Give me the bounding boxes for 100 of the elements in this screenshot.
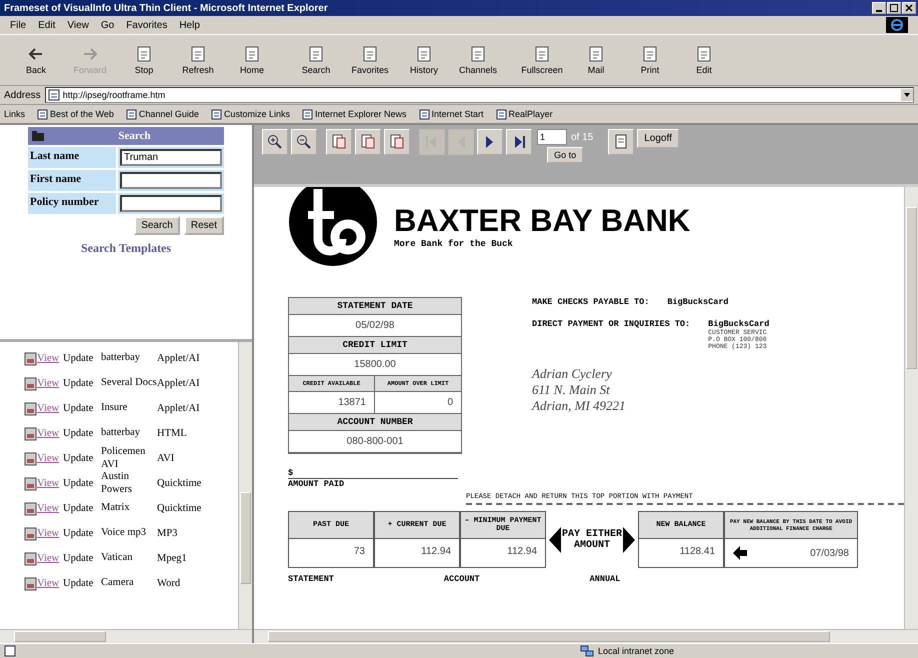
menu-item[interactable]: View: [67, 20, 89, 30]
toolbar-button[interactable]: Refresh: [174, 43, 222, 77]
page-icon: [533, 45, 551, 63]
address-field[interactable]: http://ipseg/rootframe.htm: [44, 87, 914, 103]
link-text[interactable]: Channel Guide: [138, 109, 199, 119]
search-title: Search: [117, 130, 152, 142]
customer-address-line: Adrian, MI 49221: [532, 398, 627, 414]
document-type: Quicktime: [157, 478, 202, 489]
document-type: Applet/AI: [157, 353, 201, 364]
print-page-button[interactable]: [608, 129, 634, 155]
section-label: STATEMENT: [288, 574, 334, 584]
zone-label: Local intranet zone: [580, 645, 674, 657]
menu-item[interactable]: Favorites: [126, 20, 168, 30]
toolbar-button[interactable]: Home: [228, 43, 276, 77]
form-button[interactable]: Search: [134, 216, 180, 235]
search-templates-link[interactable]: Search Templates: [80, 241, 172, 256]
payee-name: BigBucksCard: [708, 319, 770, 329]
menu-item[interactable]: Go: [100, 20, 114, 30]
input-field[interactable]: Truman: [120, 149, 222, 166]
document-type: HTML: [157, 428, 188, 439]
input-field[interactable]: [120, 195, 222, 212]
table-header: STATEMENT DATE: [289, 298, 461, 315]
toolbar-button[interactable]: Search: [292, 43, 340, 77]
toolbar-button[interactable]: Channels: [454, 43, 502, 77]
vertical-scrollbar[interactable]: [238, 342, 252, 629]
update-text: Update: [63, 528, 94, 539]
document-name: batterbay: [101, 352, 142, 365]
table-cell-text: 112.94: [420, 545, 452, 559]
toolbar-button[interactable]: Stop: [120, 43, 168, 77]
go-to-button[interactable]: Go to: [547, 147, 584, 163]
view-link[interactable]: View: [37, 478, 63, 489]
document-icon: [24, 402, 37, 416]
toolbar-button[interactable]: Back: [12, 43, 60, 77]
section-label: ACCOUNT: [444, 574, 480, 584]
page-icon: [469, 45, 487, 63]
logoff-button[interactable]: Logoff: [637, 129, 679, 148]
zoom-out-icon: [295, 133, 313, 151]
vertical-scrollbar[interactable]: [904, 187, 918, 629]
maximize-icon: [890, 4, 898, 12]
address-label: Address: [4, 90, 41, 100]
update-text: Update: [63, 478, 94, 489]
update-text: Update: [63, 578, 94, 589]
close-button[interactable]: [902, 2, 916, 14]
minimize-button[interactable]: [872, 2, 886, 14]
field-label: Last name: [28, 147, 116, 168]
toolbar-button[interactable]: Mail: [572, 43, 620, 77]
link-text[interactable]: RealPlayer: [508, 109, 553, 119]
pages-icon: [388, 133, 406, 151]
toolbar-button[interactable]: Favorites: [346, 43, 394, 77]
left-arrowhead-icon: [549, 526, 561, 552]
document-name: Voice mp3: [101, 527, 148, 540]
link-text[interactable]: Best of the Web: [50, 109, 114, 119]
view-link[interactable]: View: [37, 578, 63, 589]
update-text: Update: [63, 403, 94, 414]
document-type: AVI: [157, 453, 176, 464]
view-link[interactable]: View: [37, 528, 63, 539]
customer-address-line: 611 N. Main St: [532, 382, 611, 398]
zoom-in-icon: [266, 133, 284, 151]
page-number-field[interactable]: 1: [537, 129, 567, 145]
view-link[interactable]: View: [37, 403, 63, 414]
page-icon: [695, 45, 713, 63]
page-icon: [361, 45, 379, 63]
menu-item[interactable]: File: [10, 20, 26, 30]
link-text[interactable]: Customize Links: [224, 109, 290, 119]
document-icon: [24, 576, 37, 590]
horizontal-scrollbar[interactable]: [0, 629, 252, 643]
link-text[interactable]: Internet Explorer News: [314, 109, 407, 119]
view-link[interactable]: View: [37, 428, 63, 439]
toolbar-button[interactable]: Fullscreen: [518, 43, 566, 77]
document-icon: [24, 502, 37, 516]
pay-either-amount: PAY EITHER AMOUNT: [562, 528, 622, 550]
toolbar-button[interactable]: History: [400, 43, 448, 77]
view-link[interactable]: View: [37, 503, 63, 514]
table-header: CREDIT LIMIT: [289, 337, 461, 354]
document-icon: [24, 526, 37, 540]
network-icon: [580, 645, 594, 657]
document-type: Applet/AI: [157, 403, 201, 414]
horizontal-scrollbar[interactable]: [254, 629, 918, 643]
view-link[interactable]: View: [37, 553, 63, 564]
globe-logo-icon: [886, 17, 908, 33]
maximize-button[interactable]: [887, 2, 901, 14]
link-text[interactable]: Internet Start: [432, 109, 484, 119]
input-field[interactable]: [120, 172, 222, 189]
page-icon: [126, 108, 137, 120]
menu-item[interactable]: Help: [179, 20, 200, 30]
page-icon: [415, 45, 433, 63]
toolbar-button[interactable]: Edit: [680, 43, 728, 77]
form-button[interactable]: Reset: [184, 216, 224, 235]
right-arrowhead-icon: [623, 526, 635, 552]
pages-icon: [359, 133, 377, 151]
view-link[interactable]: View: [37, 453, 63, 464]
view-link[interactable]: View: [37, 353, 63, 364]
document-icon: [24, 476, 37, 490]
menu-item[interactable]: Edit: [38, 20, 56, 30]
toolbar-button[interactable]: Print: [626, 43, 674, 77]
view-link[interactable]: View: [37, 378, 63, 389]
update-text: Update: [63, 353, 94, 364]
document-icon: [24, 352, 37, 366]
document-name: Vatican: [101, 552, 134, 565]
page-icon: [418, 108, 430, 120]
